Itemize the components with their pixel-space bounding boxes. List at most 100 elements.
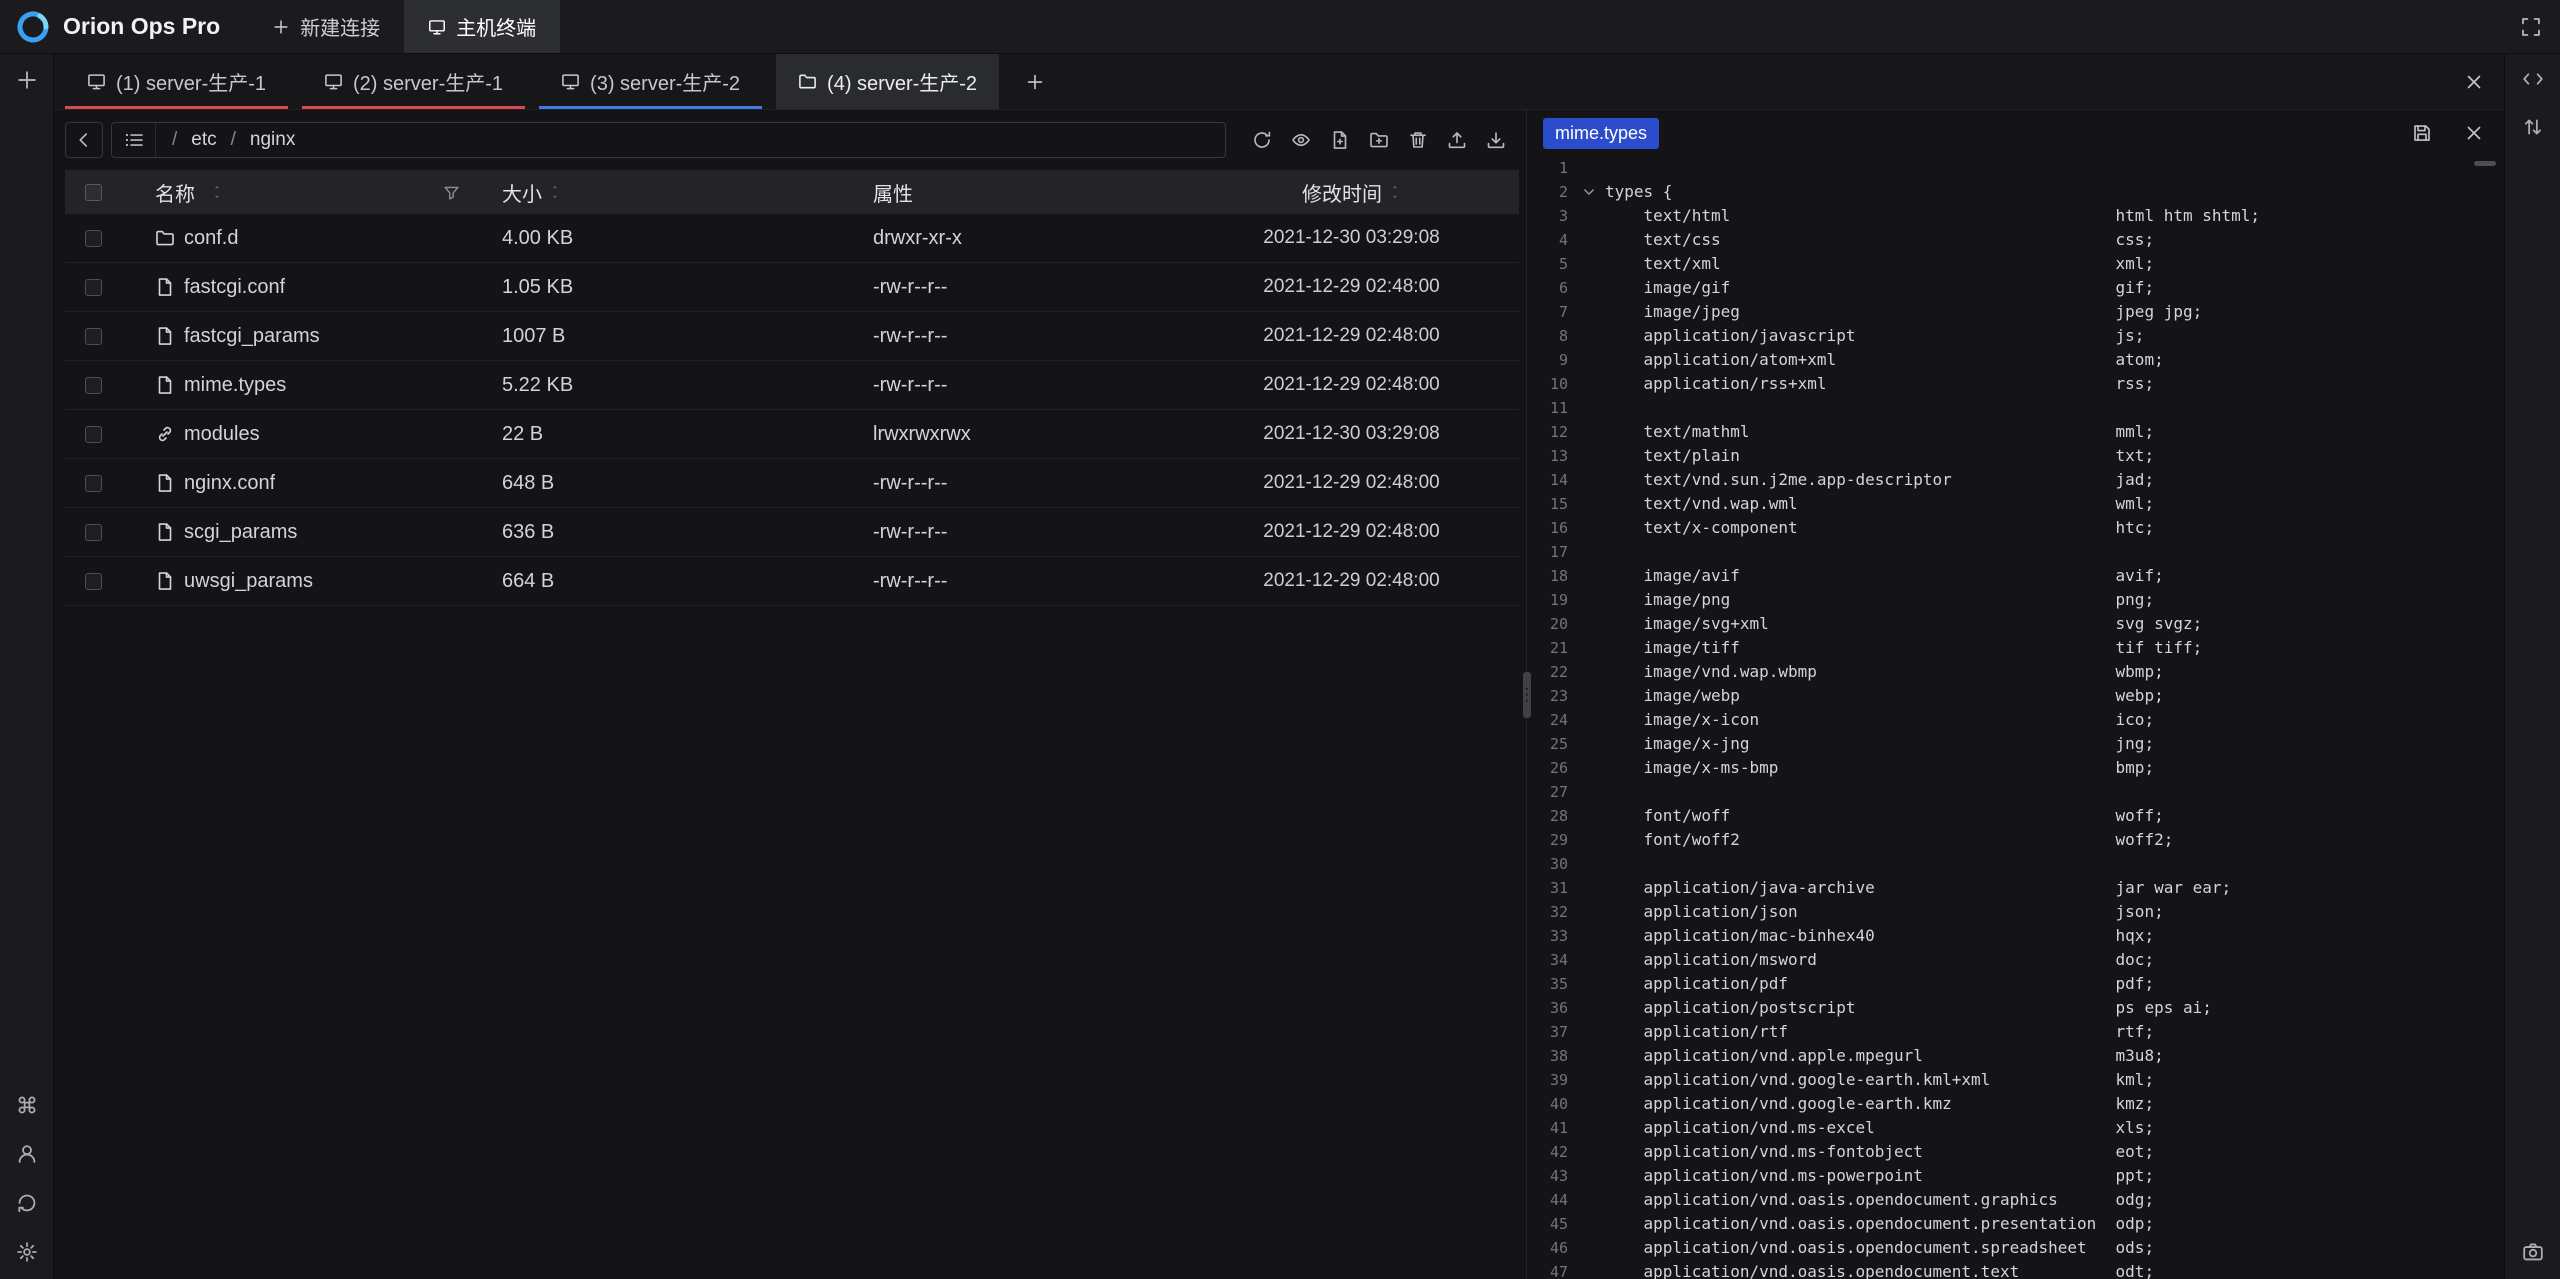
scrollbar-thumb[interactable] <box>2474 161 2496 166</box>
file-row[interactable]: scgi_params636 B-rw-r--r--2021-12-29 02:… <box>65 508 1519 557</box>
close-button[interactable] <box>2464 123 2484 143</box>
row-checkbox[interactable] <box>85 524 102 541</box>
sort-icon[interactable] <box>1389 184 1401 200</box>
close-all-tabs-button[interactable] <box>2464 54 2484 109</box>
delete-button[interactable] <box>1398 122 1437 158</box>
file-name[interactable]: nginx.conf <box>184 472 275 495</box>
file-name[interactable]: fastcgi_params <box>184 325 320 348</box>
row-checkbox[interactable] <box>85 573 102 590</box>
code-text: application/vnd.oasis.opendocument.prese… <box>1605 1212 2154 1236</box>
column-header-label: 大小 <box>502 178 542 207</box>
new-folder-button[interactable] <box>1359 122 1398 158</box>
line-number: 30 <box>1530 852 1572 876</box>
back-button[interactable] <box>65 122 103 158</box>
code-line: 41 application/vnd.ms-excel xls; <box>1530 1116 2504 1140</box>
topbar-menu-item[interactable]: 新建连接 <box>248 0 404 53</box>
file-row[interactable]: fastcgi_params1007 B-rw-r--r--2021-12-29… <box>65 312 1519 361</box>
row-checkbox[interactable] <box>85 328 102 345</box>
screenshot-icon[interactable] <box>2522 1241 2544 1263</box>
sort-icon[interactable] <box>549 184 561 200</box>
file-name[interactable]: modules <box>184 423 260 446</box>
upload-button[interactable] <box>1437 122 1476 158</box>
session-tab[interactable]: (4) server-生产-2 <box>776 54 999 109</box>
code-text: application/rtf rtf; <box>1605 1020 2154 1044</box>
fold-gutter <box>1572 1260 1605 1279</box>
add-tab-button[interactable] <box>1013 54 1057 109</box>
fold-icon[interactable] <box>1572 180 1605 204</box>
file-name[interactable]: mime.types <box>184 374 286 397</box>
file-name[interactable]: conf.d <box>184 227 238 250</box>
line-number: 8 <box>1530 324 1572 348</box>
code-line: 31 application/java-archive jar war ear; <box>1530 876 2504 900</box>
file-icon <box>155 277 175 297</box>
line-number: 43 <box>1530 1164 1572 1188</box>
fold-gutter <box>1572 1092 1605 1116</box>
file-size: 4.00 KB <box>474 227 839 250</box>
code-editor[interactable]: 12types {3 text/html html htm shtml;4 te… <box>1530 156 2504 1279</box>
breadcrumb-segment[interactable]: nginx <box>250 129 295 151</box>
sync-icon[interactable] <box>16 1192 38 1214</box>
fold-gutter <box>1572 348 1605 372</box>
file-row[interactable]: uwsgi_params664 B-rw-r--r--2021-12-29 02… <box>65 557 1519 606</box>
select-all-checkbox[interactable] <box>85 184 102 201</box>
file-row[interactable]: fastcgi.conf1.05 KB-rw-r--r--2021-12-29 … <box>65 263 1519 312</box>
refresh-button[interactable] <box>1242 122 1281 158</box>
file-row[interactable]: mime.types5.22 KB-rw-r--r--2021-12-29 02… <box>65 361 1519 410</box>
new-file-button[interactable] <box>1320 122 1359 158</box>
code-text: application/javascript js; <box>1605 324 2144 348</box>
code-icon[interactable] <box>2522 68 2544 90</box>
fold-gutter <box>1572 948 1605 972</box>
file-row[interactable]: modules22 Blrwxrwxrwx2021-12-30 03:29:08 <box>65 410 1519 459</box>
fold-gutter <box>1572 780 1605 804</box>
tab-status-underline <box>65 106 288 109</box>
file-name[interactable]: uwsgi_params <box>184 570 313 593</box>
fold-gutter <box>1572 996 1605 1020</box>
fullscreen-icon[interactable] <box>2520 16 2542 38</box>
code-line: 1 <box>1530 156 2504 180</box>
terminal-icon <box>324 72 343 91</box>
eye-button[interactable] <box>1281 122 1320 158</box>
plus-icon[interactable] <box>15 68 39 92</box>
row-checkbox[interactable] <box>85 475 102 492</box>
file-name[interactable]: fastcgi.conf <box>184 276 285 299</box>
file-row[interactable]: conf.d4.00 KBdrwxr-xr-x2021-12-30 03:29:… <box>65 214 1519 263</box>
save-button[interactable] <box>2412 123 2432 143</box>
session-tab[interactable]: (3) server-生产-2 <box>539 54 762 109</box>
code-line: 8 application/javascript js; <box>1530 324 2504 348</box>
file-icon <box>155 522 175 542</box>
file-row[interactable]: nginx.conf648 B-rw-r--r--2021-12-29 02:4… <box>65 459 1519 508</box>
session-tab[interactable]: (2) server-生产-1 <box>302 54 525 109</box>
plus-icon <box>1025 72 1045 92</box>
fold-gutter <box>1572 804 1605 828</box>
session-tab[interactable]: (1) server-生产-1 <box>65 54 288 109</box>
code-text: text/vnd.wap.wml wml; <box>1605 492 2154 516</box>
file-mtime: 2021-12-29 02:48:00 <box>1184 276 1519 298</box>
fold-gutter <box>1572 612 1605 636</box>
line-number: 47 <box>1530 1260 1572 1279</box>
row-checkbox[interactable] <box>85 279 102 296</box>
row-checkbox[interactable] <box>85 230 102 247</box>
panel-split-divider[interactable]: ⋮ <box>1523 110 1530 1279</box>
code-text: application/postscript ps eps ai; <box>1605 996 2212 1020</box>
directory-list-button[interactable] <box>112 123 156 157</box>
code-text: application/vnd.oasis.opendocument.text … <box>1605 1260 2154 1279</box>
settings-icon[interactable] <box>16 1241 38 1263</box>
code-text: application/rss+xml rss; <box>1605 372 2154 396</box>
download-button[interactable] <box>1476 122 1515 158</box>
file-name[interactable]: scgi_params <box>184 521 297 544</box>
sort-icon[interactable] <box>211 184 223 200</box>
command-icon[interactable] <box>16 1094 38 1116</box>
topbar-menu-item[interactable]: 主机终端 <box>404 0 560 53</box>
filter-icon[interactable] <box>443 184 460 201</box>
app-title: Orion Ops Pro <box>63 13 220 40</box>
editor-file-tab[interactable]: mime.types <box>1543 118 1659 149</box>
breadcrumb-segment[interactable]: etc <box>191 129 216 151</box>
file-size: 648 B <box>474 472 839 495</box>
row-checkbox[interactable] <box>85 377 102 394</box>
line-number: 14 <box>1530 468 1572 492</box>
row-checkbox[interactable] <box>85 426 102 443</box>
code-line: 26 image/x-ms-bmp bmp; <box>1530 756 2504 780</box>
user-icon[interactable] <box>16 1143 38 1165</box>
swap-vertical-icon[interactable] <box>2522 116 2544 138</box>
fold-gutter <box>1572 972 1605 996</box>
